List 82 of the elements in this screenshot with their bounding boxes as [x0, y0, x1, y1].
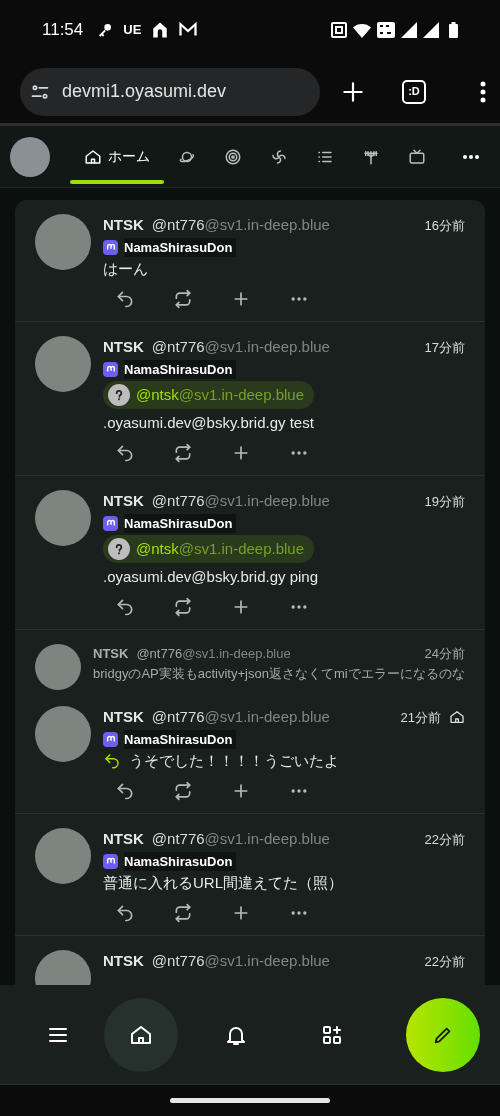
- author-name[interactable]: NTSK: [103, 336, 144, 359]
- reply-icon[interactable]: [115, 443, 135, 463]
- author-name[interactable]: NTSK: [93, 644, 129, 664]
- author-handle[interactable]: @nt776@sv1.in-deep.blue: [151, 214, 330, 237]
- author-handle[interactable]: @nt776@sv1.in-deep.blue: [151, 950, 330, 973]
- mastodon-icon: [103, 239, 118, 255]
- author-name[interactable]: NTSK: [103, 706, 144, 729]
- repeat-icon[interactable]: [173, 781, 193, 801]
- reply-icon[interactable]: [115, 289, 135, 309]
- avatar-placeholder[interactable]: [35, 706, 91, 762]
- post-text: bridgyのAP実装もactivity+json返さなくてmiでエラーになるのな: [93, 664, 465, 683]
- avatar-placeholder[interactable]: [35, 490, 91, 546]
- timestamp: 17分前: [424, 338, 465, 357]
- avatar-placeholder[interactable]: [10, 136, 50, 177]
- reply-icon: [103, 751, 121, 770]
- gesture-handle[interactable]: [170, 1098, 330, 1103]
- avatar-placeholder[interactable]: [35, 828, 91, 884]
- repeat-icon[interactable]: [173, 443, 193, 463]
- post-text: .oyasumi.dev@bsky.brid.gy ping: [103, 567, 319, 587]
- mastodon-icon: [103, 853, 118, 869]
- mastodon-icon: [103, 361, 118, 377]
- question-icon: [108, 538, 130, 560]
- home-icon: [449, 709, 465, 726]
- author-handle[interactable]: @nt776@sv1.in-deep.blue: [136, 644, 291, 664]
- timestamp: 21分前: [400, 708, 441, 727]
- wifi-icon: [353, 22, 371, 38]
- instance-name: NamaShirasuDon: [124, 359, 237, 379]
- repeat-icon[interactable]: [173, 289, 193, 309]
- house-icon: [151, 21, 170, 39]
- post-text: うそでした！！！！うごいたよ: [129, 751, 339, 771]
- swirl-icon: [270, 147, 288, 166]
- avatar-placeholder[interactable]: [35, 336, 91, 392]
- timestamp: 16分前: [424, 216, 465, 235]
- repeat-icon[interactable]: [173, 597, 193, 617]
- mastodon-icon: [103, 515, 118, 531]
- spiral-icon: [224, 147, 242, 166]
- author-name[interactable]: NTSK: [103, 828, 144, 851]
- instance-name: NamaShirasuDon: [124, 237, 237, 257]
- home-icon: [84, 147, 102, 166]
- reply-icon[interactable]: [115, 597, 135, 617]
- reply-icon[interactable]: [115, 781, 135, 801]
- tab-switcher-button[interactable]: :D: [402, 79, 426, 104]
- author-name[interactable]: NTSK: [103, 950, 144, 973]
- mastodon-icon: [103, 731, 118, 747]
- url-text: devmi1.oyasumi.dev: [62, 80, 227, 103]
- instance-name: NamaShirasuDon: [124, 729, 237, 749]
- nfc-icon: [331, 22, 347, 38]
- timestamp: 24分前: [424, 645, 465, 663]
- avatar-placeholder[interactable]: [35, 644, 81, 690]
- tab[interactable]: ホーム: [70, 126, 164, 187]
- volte-icon: [377, 22, 395, 38]
- avatar-placeholder[interactable]: [35, 214, 91, 270]
- author-name[interactable]: NTSK: [103, 214, 144, 237]
- author-handle[interactable]: @nt776@sv1.in-deep.blue: [151, 706, 330, 729]
- author-handle[interactable]: @nt776@sv1.in-deep.blue: [151, 336, 330, 359]
- timestamp: 22分前: [424, 830, 465, 849]
- clock: 11:54: [42, 19, 84, 42]
- mention-chip[interactable]: @ntsk@sv1.in-deep.blue: [103, 381, 315, 409]
- signal-icon: [423, 22, 439, 38]
- more-icon[interactable]: [480, 80, 486, 103]
- more-icon[interactable]: [462, 153, 480, 160]
- instance-name: NamaShirasuDon: [124, 851, 237, 871]
- address-bar[interactable]: devmi1.oyasumi.dev: [20, 67, 320, 116]
- post-text: .oyasumi.dev@bsky.brid.gy test: [103, 413, 314, 433]
- author-handle[interactable]: @nt776@sv1.in-deep.blue: [151, 828, 330, 851]
- question-icon: [108, 384, 130, 406]
- author-handle[interactable]: @nt776@sv1.in-deep.blue: [151, 490, 330, 513]
- carrier-label: UE: [123, 21, 142, 40]
- post-text: はーん: [103, 259, 148, 279]
- signal-icon: [401, 22, 417, 38]
- mail-icon: [179, 22, 198, 38]
- reply-icon[interactable]: [115, 903, 135, 923]
- key-icon: [97, 22, 114, 38]
- author-name[interactable]: NTSK: [103, 490, 144, 513]
- instance-name: NamaShirasuDon: [124, 513, 237, 533]
- mention-chip[interactable]: @ntsk@sv1.in-deep.blue: [103, 535, 315, 563]
- repeat-icon[interactable]: [173, 903, 193, 923]
- post-text: 普通に入れるURL間違えてた（照）: [103, 873, 343, 893]
- timestamp: 19分前: [424, 492, 465, 511]
- battery-icon: [449, 22, 458, 38]
- tv-icon: [408, 147, 426, 166]
- timestamp: 22分前: [424, 952, 465, 971]
